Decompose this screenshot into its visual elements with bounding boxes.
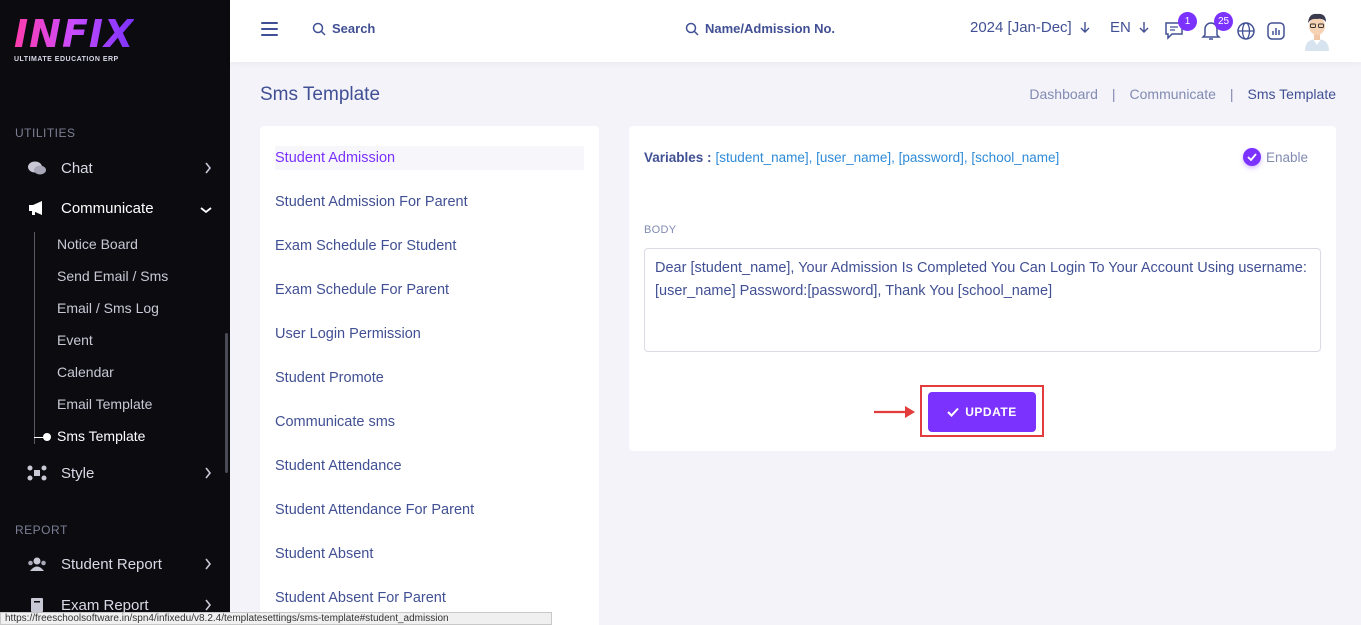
website-button[interactable] bbox=[1236, 21, 1256, 46]
users-icon bbox=[26, 555, 48, 573]
messages-button[interactable]: 1 bbox=[1163, 12, 1197, 46]
chevron-right-icon bbox=[204, 557, 212, 574]
variables-value: [student_name], [user_name], [password],… bbox=[715, 150, 1060, 165]
breadcrumb: Dashboard | Communicate | Sms Template bbox=[1029, 86, 1336, 102]
section-report: REPORT bbox=[15, 523, 68, 537]
enable-checkbox[interactable]: Enable bbox=[1243, 148, 1308, 166]
academic-year-value: 2024 [Jan-Dec] bbox=[970, 19, 1072, 36]
chevron-down-icon bbox=[200, 201, 212, 218]
check-icon bbox=[947, 407, 959, 417]
submenu-sms-template[interactable]: Sms Template bbox=[57, 428, 145, 444]
submenu-line bbox=[34, 232, 35, 444]
template-item-student-attendance-parent[interactable]: Student Attendance For Parent bbox=[275, 498, 584, 522]
chevron-right-icon bbox=[204, 161, 212, 178]
update-button[interactable]: UPDATE bbox=[928, 392, 1036, 432]
variables-row: Variables : [student_name], [user_name], … bbox=[644, 150, 1059, 165]
template-item-user-login-permission[interactable]: User Login Permission bbox=[275, 322, 584, 346]
sidebar-item-label: Student Report bbox=[61, 555, 162, 573]
user-avatar[interactable] bbox=[1301, 9, 1333, 51]
search-label: Search bbox=[332, 21, 376, 36]
template-item-student-admission[interactable]: Student Admission bbox=[275, 146, 584, 170]
template-editor-card: Variables : [student_name], [user_name], … bbox=[629, 126, 1336, 451]
arrow-right-icon bbox=[874, 406, 915, 418]
name-admission-search[interactable]: Name/Admission No. bbox=[685, 21, 835, 36]
update-label: UPDATE bbox=[965, 405, 1017, 419]
page-title: Sms Template bbox=[260, 84, 381, 105]
sidebar-item-style[interactable]: Style bbox=[0, 455, 230, 491]
chat-icon bbox=[26, 159, 48, 177]
body-textarea[interactable]: Dear [student_name], Your Admission Is C… bbox=[644, 248, 1321, 352]
name-search-label: Name/Admission No. bbox=[705, 21, 836, 36]
notifications-badge: 25 bbox=[1214, 12, 1233, 31]
megaphone-icon bbox=[26, 199, 48, 217]
sidebar-item-label: Exam Report bbox=[61, 596, 149, 614]
menu-toggle-icon[interactable] bbox=[261, 22, 278, 40]
search-button[interactable]: Search bbox=[312, 21, 375, 36]
search-icon bbox=[685, 22, 699, 36]
template-item-student-absent-parent[interactable]: Student Absent For Parent bbox=[275, 586, 584, 610]
breadcrumb-current: Sms Template bbox=[1247, 86, 1336, 102]
template-item-exam-schedule-parent[interactable]: Exam Schedule For Parent bbox=[275, 278, 584, 302]
chevron-right-icon bbox=[204, 466, 212, 483]
sidebar-scrollbar[interactable] bbox=[225, 333, 228, 473]
enable-label: Enable bbox=[1266, 149, 1309, 165]
style-icon bbox=[26, 464, 48, 482]
language-select[interactable]: EN bbox=[1110, 19, 1149, 36]
search-icon bbox=[312, 22, 326, 36]
breadcrumb-communicate[interactable]: Communicate bbox=[1130, 86, 1216, 102]
sidebar-item-label: Style bbox=[61, 464, 95, 482]
logo-tagline: ULTIMATE EDUCATION ERP bbox=[14, 56, 119, 63]
template-list-card: Student Admission Student Admission For … bbox=[260, 126, 599, 625]
sidebar-item-label: Communicate bbox=[61, 199, 154, 217]
submenu-email-sms-log[interactable]: Email / Sms Log bbox=[57, 300, 159, 316]
sidebar-item-label: Chat bbox=[61, 159, 93, 177]
check-icon bbox=[1243, 148, 1261, 166]
chart-icon bbox=[1267, 22, 1285, 40]
messages-badge: 1 bbox=[1178, 12, 1197, 31]
arrow-down-icon bbox=[1139, 22, 1149, 33]
language-value: EN bbox=[1110, 19, 1131, 36]
submenu-notice-board[interactable]: Notice Board bbox=[57, 236, 138, 252]
sidebar-item-communicate[interactable]: Communicate bbox=[0, 190, 230, 226]
template-item-communicate-sms[interactable]: Communicate sms bbox=[275, 410, 584, 434]
submenu-email-template[interactable]: Email Template bbox=[57, 396, 152, 412]
browser-status-url: https://freeschoolsoftware.in/spn4/infix… bbox=[0, 612, 552, 625]
top-header: Search Name/Admission No. 2024 [Jan-Dec]… bbox=[230, 0, 1361, 62]
body-label: BODY bbox=[644, 224, 677, 236]
breadcrumb-separator: | bbox=[1111, 86, 1116, 102]
sidebar-item-student-report[interactable]: Student Report bbox=[0, 546, 230, 582]
submenu-event[interactable]: Event bbox=[57, 332, 93, 348]
variables-label: Variables : bbox=[644, 150, 712, 165]
brand-logo[interactable]: INFIX ULTIMATE EDUCATION ERP bbox=[14, 14, 134, 66]
template-item-student-admission-parent[interactable]: Student Admission For Parent bbox=[275, 190, 584, 214]
template-item-student-attendance[interactable]: Student Attendance bbox=[275, 454, 584, 478]
sidebar-item-chat[interactable]: Chat bbox=[0, 150, 230, 186]
breadcrumb-dashboard[interactable]: Dashboard bbox=[1029, 86, 1098, 102]
globe-icon bbox=[1237, 22, 1255, 40]
template-item-exam-schedule-student[interactable]: Exam Schedule For Student bbox=[275, 234, 584, 258]
notifications-button[interactable]: 25 bbox=[1201, 12, 1233, 46]
reports-button[interactable] bbox=[1266, 21, 1286, 46]
submenu-send-email-sms[interactable]: Send Email / Sms bbox=[57, 268, 168, 284]
arrow-down-icon bbox=[1080, 22, 1090, 33]
logo-text: INFIX bbox=[14, 12, 135, 56]
academic-year-select[interactable]: 2024 [Jan-Dec] bbox=[970, 19, 1090, 36]
active-indicator-dot bbox=[43, 433, 51, 441]
section-utilities: UTILITIES bbox=[15, 126, 76, 140]
breadcrumb-separator: | bbox=[1229, 86, 1234, 102]
sidebar: INFIX ULTIMATE EDUCATION ERP UTILITIES C… bbox=[0, 0, 230, 625]
template-item-student-absent[interactable]: Student Absent bbox=[275, 542, 584, 566]
submenu-calendar[interactable]: Calendar bbox=[57, 364, 114, 380]
template-item-student-promote[interactable]: Student Promote bbox=[275, 366, 584, 390]
